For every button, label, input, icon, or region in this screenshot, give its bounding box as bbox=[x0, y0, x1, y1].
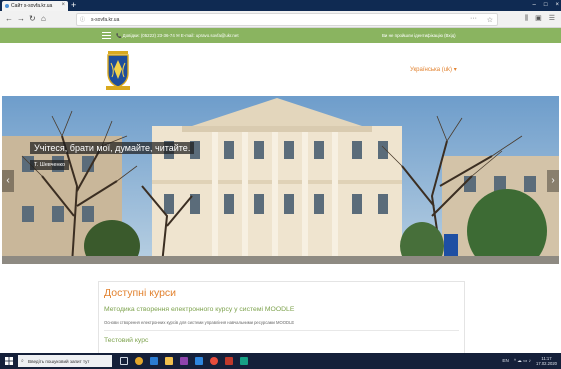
clock-date: 17.02.2020 bbox=[536, 361, 557, 366]
course-link[interactable]: Методика створення електронного курсу у … bbox=[104, 306, 294, 313]
course-link[interactable]: Тестовий курс bbox=[104, 337, 148, 344]
contact-info: 📞 Довідки: (05222) 23-36-74 ✉ E-mail: up… bbox=[116, 33, 239, 38]
tab-title: Сайт s-sovfa.kr.ua bbox=[11, 3, 53, 9]
chrome-icon[interactable] bbox=[135, 357, 143, 365]
university-building-photo bbox=[2, 96, 559, 264]
tab-close-icon[interactable]: × bbox=[61, 2, 65, 8]
browser-tab-bar bbox=[0, 0, 561, 11]
task-view-icon[interactable] bbox=[120, 357, 128, 365]
address-bar[interactable]: ⓘ s-sovfa.kr.ua ··· ☆ bbox=[76, 13, 498, 26]
site-info-icon[interactable]: ⓘ bbox=[80, 16, 85, 23]
clock[interactable]: 11:17 17.02.2020 bbox=[536, 356, 557, 367]
hero-quote: Учітеся, брати мої, думайте, читайте. bbox=[30, 142, 195, 154]
hamburger-icon[interactable] bbox=[102, 31, 111, 39]
hero-banner bbox=[2, 96, 559, 264]
taskbar-search-box[interactable]: ⌕ Введіть пошуковий запит тут bbox=[18, 355, 112, 367]
app-icon[interactable] bbox=[225, 357, 233, 365]
app-icon[interactable] bbox=[195, 357, 203, 365]
system-tray: EN ^ ☁ ▭ ♪ 11:17 17.02.2020 bbox=[502, 355, 557, 367]
edge-icon[interactable] bbox=[150, 357, 158, 365]
search-icon: ⌕ bbox=[21, 357, 24, 364]
university-logo[interactable] bbox=[103, 49, 133, 91]
maximize-button[interactable]: □ bbox=[544, 0, 548, 11]
login-link[interactable]: Ви не пройшли ідентифікацію (Вхід) bbox=[382, 33, 456, 38]
sidebar-icon[interactable]: ▣ bbox=[535, 13, 542, 24]
clock-time: 11:17 bbox=[541, 355, 552, 361]
app-icon[interactable] bbox=[180, 357, 188, 365]
carousel-prev-button[interactable]: ‹ bbox=[2, 170, 14, 192]
minimize-button[interactable]: – bbox=[533, 0, 536, 11]
new-tab-button[interactable]: + bbox=[71, 0, 76, 11]
back-button[interactable]: ← bbox=[5, 14, 13, 24]
language-selector[interactable]: Українська (uk) ▾ bbox=[410, 66, 457, 73]
site-top-bar: 📞 Довідки: (05222) 23-36-74 ✉ E-mail: up… bbox=[0, 28, 561, 43]
url-text: s-sovfa.kr.ua bbox=[91, 16, 120, 23]
bookmark-star-icon[interactable]: ☆ bbox=[487, 16, 493, 24]
browser-toolbar-icons: ⫼ ▣ ☰ bbox=[525, 13, 555, 24]
available-courses-heading: Доступні курси bbox=[104, 287, 177, 299]
menu-icon[interactable]: ☰ bbox=[549, 13, 555, 24]
tray-icons[interactable]: ^ ☁ ▭ ♪ bbox=[514, 355, 531, 367]
browser-tab[interactable]: Сайт s-sovfa.kr.ua × bbox=[2, 1, 68, 11]
forward-button[interactable]: → bbox=[17, 14, 25, 24]
reload-button[interactable]: ↻ bbox=[29, 14, 36, 24]
firefox-icon[interactable] bbox=[210, 357, 218, 365]
course-divider bbox=[104, 330, 459, 331]
page-actions-icon[interactable]: ··· bbox=[470, 15, 477, 22]
keyboard-language[interactable]: EN bbox=[502, 355, 508, 367]
close-window-button[interactable]: × bbox=[555, 0, 559, 11]
hero-quote-author: Т. Шевченко bbox=[30, 160, 70, 170]
home-button[interactable]: ⌂ bbox=[41, 14, 46, 24]
windows-start-icon[interactable] bbox=[5, 357, 13, 365]
window-controls: – □ × bbox=[533, 0, 559, 11]
windows-taskbar: ⌕ Введіть пошуковий запит тут EN ^ ☁ ▭ ♪… bbox=[0, 353, 561, 369]
app-icon[interactable] bbox=[240, 357, 248, 365]
file-explorer-icon[interactable] bbox=[165, 357, 173, 365]
site-header bbox=[0, 43, 561, 97]
favicon-icon bbox=[5, 4, 9, 8]
browser-nav-bar: ← → ↻ ⌂ ⓘ s-sovfa.kr.ua ··· ☆ ⫼ ▣ ☰ bbox=[0, 11, 561, 28]
course-description: Основи створення електронних курсів для … bbox=[104, 320, 295, 325]
carousel-next-button[interactable]: › bbox=[547, 170, 559, 192]
library-icon[interactable]: ⫼ bbox=[525, 13, 528, 24]
taskbar-search-placeholder: Введіть пошуковий запит тут bbox=[28, 358, 90, 364]
